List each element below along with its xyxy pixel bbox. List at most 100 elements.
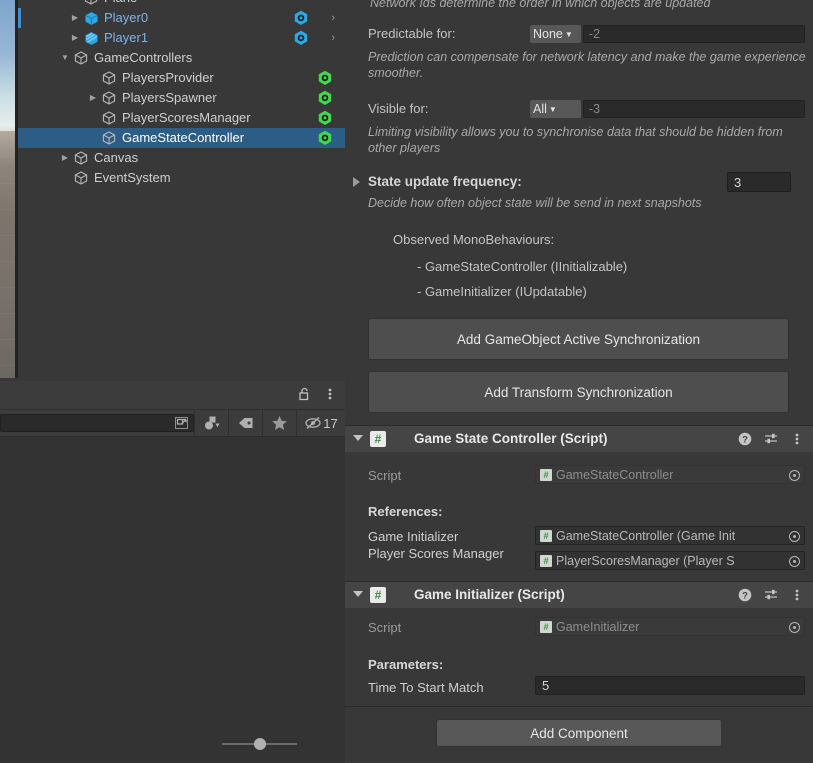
chevron-down-icon: ▼	[548, 104, 557, 114]
add-transform-sync-button[interactable]: Add Transform Synchronization	[368, 371, 789, 413]
predictable-for-label: Predictable for:	[368, 26, 456, 41]
visible-for-dropdown[interactable]: All ▼	[530, 100, 581, 118]
svg-text:?: ?	[742, 591, 748, 602]
hierarchy-item-playersspawner[interactable]: PlayersSpawner	[18, 88, 345, 108]
expand-arrow-icon[interactable]	[68, 8, 82, 28]
chevron-right-icon[interactable]: ›	[331, 28, 335, 48]
script-icon: #	[540, 554, 552, 567]
state-update-frequency-field[interactable]: 3	[727, 172, 791, 192]
network-ids-description: Network Ids determine the order in which…	[370, 0, 711, 10]
lock-open-icon[interactable]	[295, 385, 313, 403]
hierarchy-item-label: EventSystem	[94, 170, 171, 185]
filter-by-type-icon[interactable]	[195, 410, 228, 437]
predictable-for-field[interactable]: -2	[583, 25, 805, 43]
foldout-arrow-icon[interactable]	[353, 177, 360, 187]
chevron-down-icon: ▼	[564, 29, 573, 39]
observed-item-0: - GameStateController (IInitializable)	[417, 259, 628, 274]
kebab-menu-icon[interactable]	[321, 385, 339, 403]
chevron-down-icon[interactable]	[353, 591, 363, 597]
hierarchy-item-playersprovider[interactable]: PlayersProvider	[18, 68, 345, 88]
hierarchy-item-player0[interactable]: Player0 ›	[18, 8, 345, 28]
help-icon[interactable]: ?	[736, 586, 754, 604]
state-update-frequency-row[interactable]: State update frequency: 3	[345, 171, 813, 193]
star-icon[interactable]	[263, 410, 296, 437]
script-icon: #	[370, 431, 386, 447]
hierarchy-item-gamestatecontroller[interactable]: GameStateController	[18, 128, 345, 148]
zoom-slider[interactable]	[222, 737, 297, 751]
filter-by-label-icon[interactable]	[229, 410, 262, 437]
expand-arrow-icon[interactable]	[58, 148, 72, 168]
preset-icon[interactable]	[762, 586, 780, 604]
hierarchy-item-player1[interactable]: Player1 ›	[18, 28, 345, 48]
script-icon: #	[370, 587, 386, 603]
gameobject-icon	[74, 48, 90, 68]
player-scores-manager-object-field[interactable]: # PlayerScoresManager (Player S	[535, 551, 805, 570]
zoom-slider-knob[interactable]	[254, 738, 266, 750]
hierarchy-item-eventsystem[interactable]: EventSystem	[18, 168, 345, 188]
search-select-icon[interactable]	[173, 416, 191, 431]
scene-view-sliver[interactable]	[0, 0, 15, 378]
observed-monobehaviours-title: Observed MonoBehaviours:	[393, 232, 555, 247]
predictable-for-dropdown[interactable]: None ▼	[530, 25, 581, 43]
hidden-objects-button[interactable]: 17	[297, 410, 345, 437]
network-identity-icon[interactable]	[293, 30, 309, 46]
component-title: Game Initializer (Script)	[414, 587, 565, 602]
expand-arrow-icon[interactable]	[58, 48, 72, 68]
hierarchy-item-label: PlayersSpawner	[122, 90, 217, 105]
help-icon[interactable]: ?	[736, 430, 754, 448]
object-picker-icon[interactable]	[786, 619, 803, 635]
visible-for-field[interactable]: -3	[583, 100, 805, 118]
script-object-field-1: # GameStateController	[535, 465, 805, 484]
expand-arrow-icon[interactable]	[86, 88, 100, 108]
hierarchy-item-canvas[interactable]: Canvas	[18, 148, 345, 168]
gameobject-icon	[74, 148, 90, 168]
time-to-start-match-field[interactable]: 5	[535, 676, 805, 695]
network-identity-icon[interactable]	[293, 10, 309, 26]
project-panel-body[interactable]	[0, 436, 345, 763]
network-identity-icon[interactable]	[317, 70, 333, 86]
add-component-button[interactable]: Add Component	[436, 719, 722, 747]
scene-ground	[0, 131, 15, 378]
project-panel-header-icons	[295, 385, 339, 403]
network-identity-icon[interactable]	[317, 110, 333, 126]
hierarchy-item-label: PlayersProvider	[122, 70, 214, 85]
script-label: Script	[368, 468, 402, 483]
script-icon: #	[540, 620, 552, 633]
project-panel-header	[0, 381, 345, 409]
script-label: Script	[368, 620, 402, 635]
object-picker-icon[interactable]	[786, 553, 803, 569]
component-header-game-state-controller[interactable]: # Game State Controller (Script) ?	[345, 426, 813, 452]
observed-item-1: - GameInitializer (IUpdatable)	[417, 284, 587, 299]
gameobject-icon	[102, 68, 118, 88]
gameobject-icon	[102, 108, 118, 128]
expand-arrow-icon[interactable]	[68, 28, 82, 48]
script-object-field-2: # GameInitializer	[535, 617, 805, 636]
component-header-game-initializer[interactable]: # Game Initializer (Script) ?	[345, 582, 813, 608]
chevron-down-icon[interactable]	[353, 435, 363, 441]
gameobject-icon	[84, 28, 100, 48]
script-icon: #	[540, 468, 552, 481]
component-separator-3	[345, 706, 813, 707]
hierarchy-item-plane[interactable]: Plane	[18, 0, 345, 8]
network-identity-icon[interactable]	[317, 130, 333, 146]
gameobject-icon	[102, 128, 118, 148]
kebab-menu-icon[interactable]	[788, 430, 806, 448]
search-input[interactable]	[0, 414, 194, 432]
hierarchy-item-label: GameStateController	[122, 130, 245, 145]
network-identity-icon[interactable]	[317, 90, 333, 106]
hierarchy-item-label: PlayerScoresManager	[122, 110, 251, 125]
hierarchy-item-label: Plane	[104, 0, 137, 8]
add-gameobject-active-sync-button[interactable]: Add GameObject Active Synchronization	[368, 318, 789, 360]
object-picker-icon[interactable]	[786, 467, 803, 483]
gameobject-icon	[102, 88, 118, 108]
preset-icon[interactable]	[762, 430, 780, 448]
game-initializer-label: Game Initializer	[368, 529, 459, 544]
hierarchy-panel[interactable]: Plane Player0 › Player1 › GameControllers Play…	[18, 0, 345, 378]
chevron-right-icon[interactable]: ›	[331, 8, 335, 28]
hierarchy-item-gamecontrollers[interactable]: GameControllers	[18, 48, 345, 68]
gameobject-icon	[84, 8, 100, 28]
component-header-icons: ?	[736, 586, 806, 604]
hierarchy-item-playerscoresmanager[interactable]: PlayerScoresManager	[18, 108, 345, 128]
unity-editor-window: Plane Player0 › Player1 › GameControllers Play…	[0, 0, 813, 763]
kebab-menu-icon[interactable]	[788, 586, 806, 604]
